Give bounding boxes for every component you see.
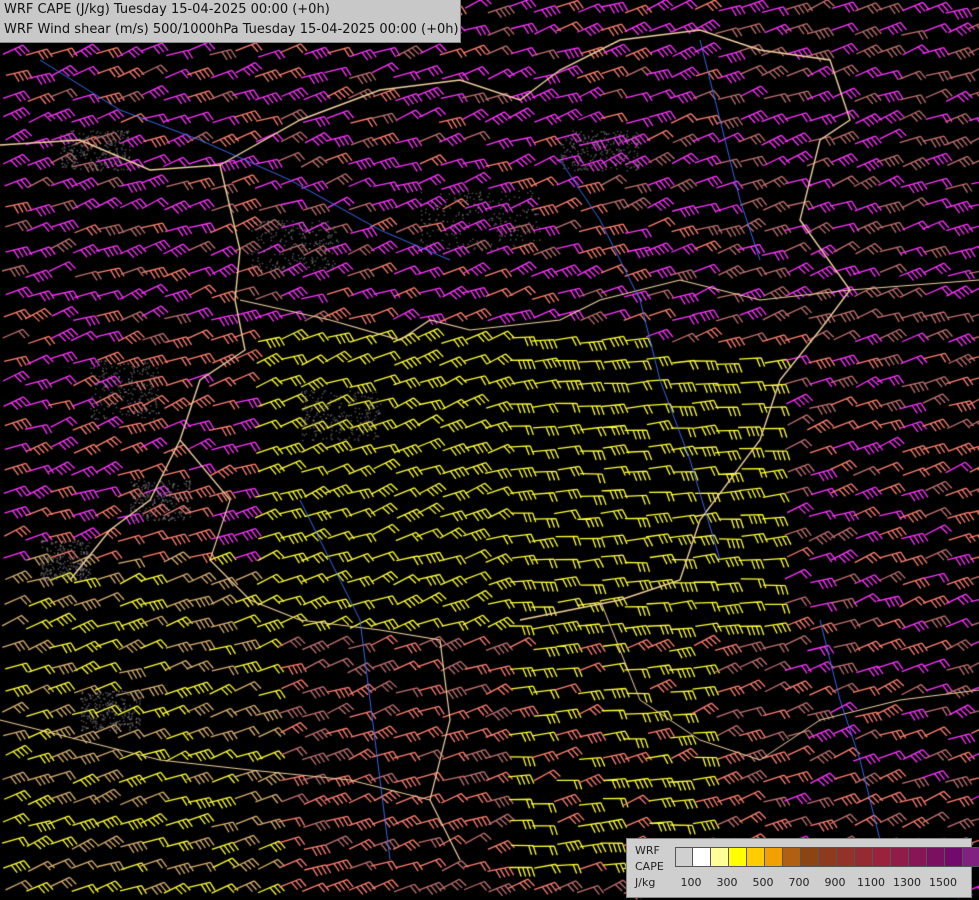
legend-tick-label: 100 (680, 876, 702, 889)
legend-swatch (747, 847, 765, 867)
legend-swatch (765, 847, 783, 867)
cape-legend: WRF CAPE J/kg 100 300 500 700 900 1100 1300 150… (626, 838, 979, 898)
legend-model: WRF (635, 844, 660, 857)
legend-swatch (855, 847, 873, 867)
legend-swatch (963, 847, 979, 867)
legend-tick-label: 700 (788, 876, 810, 889)
legend-swatch (711, 847, 729, 867)
legend-tick-label: 500 (752, 876, 774, 889)
legend-tick-label: 1300 (893, 876, 921, 889)
legend-swatch (801, 847, 819, 867)
title-box: WRF CAPE (J/kg) Tuesday 15-04-2025 00:00… (0, 0, 461, 43)
legend-swatch (819, 847, 837, 867)
legend-swatch (675, 847, 693, 867)
legend-swatch (837, 847, 855, 867)
legend-swatch (891, 847, 909, 867)
title-cape: WRF CAPE (J/kg) Tuesday 15-04-2025 00:00… (4, 2, 330, 17)
title-wind-shear: WRF Wind shear (m/s) 500/1000hPa Tuesday… (4, 22, 459, 37)
legend-tick-label: 300 (716, 876, 738, 889)
legend-swatch (873, 847, 891, 867)
legend-unit: J/kg (635, 876, 656, 889)
legend-swatch (783, 847, 801, 867)
legend-swatch (927, 847, 945, 867)
legend-swatch (693, 847, 711, 867)
legend-tick-label: 1100 (857, 876, 885, 889)
wind-shear-barb-map (0, 0, 979, 900)
legend-tick-label: 1500 (929, 876, 957, 889)
legend-swatch (909, 847, 927, 867)
legend-colorbar (675, 847, 979, 867)
legend-swatch (729, 847, 747, 867)
legend-tick-label: 900 (824, 876, 846, 889)
legend-swatch (945, 847, 963, 867)
legend-field: CAPE (635, 860, 664, 873)
